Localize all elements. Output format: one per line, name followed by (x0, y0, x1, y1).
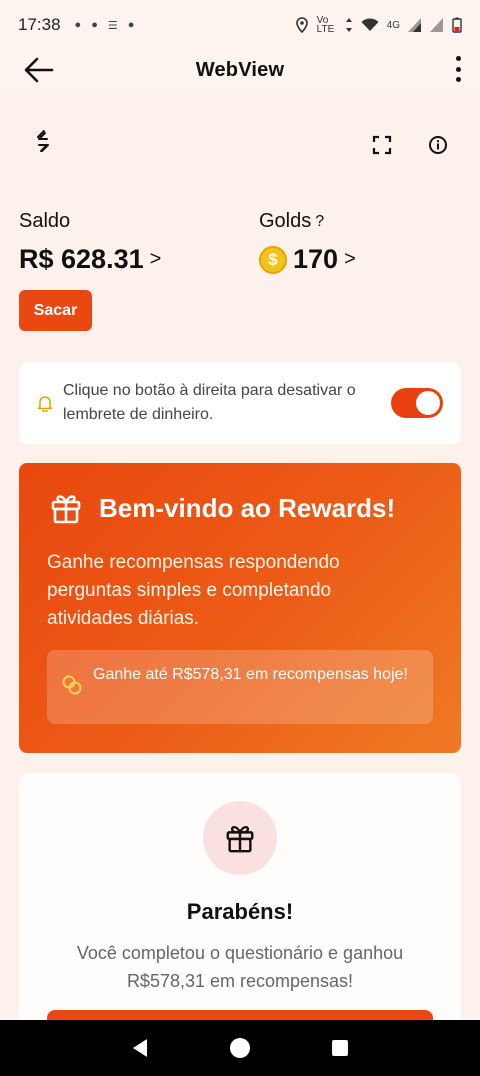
signal-icon (408, 18, 421, 32)
square-recents-icon (332, 1040, 348, 1056)
fullscreen-icon (372, 135, 392, 155)
fullscreen-button[interactable] (368, 131, 396, 159)
continue-button[interactable] (47, 1010, 433, 1020)
gift-icon (51, 495, 81, 524)
app-notification-icon: ☰ (107, 19, 118, 32)
system-nav-bar (0, 1020, 480, 1076)
gift-badge (203, 801, 277, 875)
promo-highlight-text: Ganhe até R$578,31 em recompensas hoje! (93, 666, 408, 683)
withdraw-button[interactable]: Sacar (19, 290, 92, 331)
golds-label-row: Golds ? (259, 210, 324, 233)
location-icon (295, 17, 308, 33)
more-options-button[interactable] (452, 53, 464, 85)
back-button[interactable] (22, 54, 56, 86)
bell-icon (37, 396, 53, 412)
promo-title: Bem-vindo ao Rewards! (99, 493, 396, 523)
toggle-knob (416, 391, 440, 415)
congrats-card: Parabéns! Você completou o questionário … (19, 773, 461, 1020)
golds-label: Golds (259, 210, 312, 232)
dot (455, 77, 461, 82)
gold-coin-icon: $ (259, 245, 287, 274)
dot (455, 56, 461, 61)
congrats-text: Você completou o questionário e ganhou R… (76, 943, 404, 991)
promo-description: Ganhe recompensas respondendo perguntas … (47, 552, 340, 629)
reminder-text: Clique no botão à direita para desativar… (63, 382, 356, 423)
app-notification-icon: ● (74, 18, 82, 31)
rewards-welcome-card: Bem-vindo ao Rewards! Ganhe recompensas … (19, 463, 461, 753)
coins-icon (62, 675, 82, 695)
golds-value: 170 (293, 244, 339, 274)
dot (455, 66, 461, 72)
app-notification-icon: ● (127, 18, 135, 31)
nav-home-button[interactable] (225, 1033, 255, 1063)
wifi-icon (361, 18, 379, 31)
status-time: 17:38 (18, 15, 61, 34)
circle-home-icon (230, 1038, 250, 1058)
congrats-title: Parabéns! (186, 899, 294, 924)
swap-arrows-icon (37, 130, 49, 152)
status-bar: 17:38 ● ● ☰ ● Vo LTE 4G (0, 0, 480, 50)
saldo-value: R$ 628.31 (19, 244, 144, 274)
arrow-left-icon (24, 57, 54, 83)
golds-value-link[interactable]: $ 170 > (259, 244, 356, 275)
gift-icon (226, 826, 254, 853)
saldo-label: Saldo (19, 210, 71, 232)
app-notification-icon: ● (91, 18, 98, 31)
reminder-card: Clique no botão à direita para desativar… (19, 362, 461, 444)
signal-icon (430, 18, 443, 32)
chevron-right-icon: > (149, 248, 162, 270)
info-icon (429, 136, 447, 154)
reminder-toggle[interactable] (391, 388, 443, 418)
network-type: 4G (386, 19, 400, 31)
status-right: Vo LTE 4G (295, 15, 462, 35)
triangle-back-icon (133, 1039, 147, 1057)
saldo-value-link[interactable]: R$ 628.31 > (19, 244, 161, 275)
webview-content: Saldo R$ 628.31 > Golds ? $ 170 > Sacar … (0, 94, 480, 1020)
nav-back-button[interactable] (125, 1033, 155, 1063)
promo-highlight: Ganhe até R$578,31 em recompensas hoje! (47, 650, 433, 724)
swap-button[interactable] (28, 128, 56, 156)
volte-label: Vo LTE (316, 15, 335, 35)
notification-icons: ● ● ☰ ● (75, 19, 135, 32)
data-arrows-icon (345, 18, 352, 32)
battery-icon (452, 17, 462, 33)
info-button[interactable] (424, 131, 452, 159)
app-bar: WebView (0, 50, 480, 90)
chevron-right-icon: > (344, 248, 356, 270)
nav-recents-button[interactable] (325, 1033, 355, 1063)
help-icon[interactable]: ? (315, 213, 324, 231)
page-title: WebView (195, 58, 285, 81)
